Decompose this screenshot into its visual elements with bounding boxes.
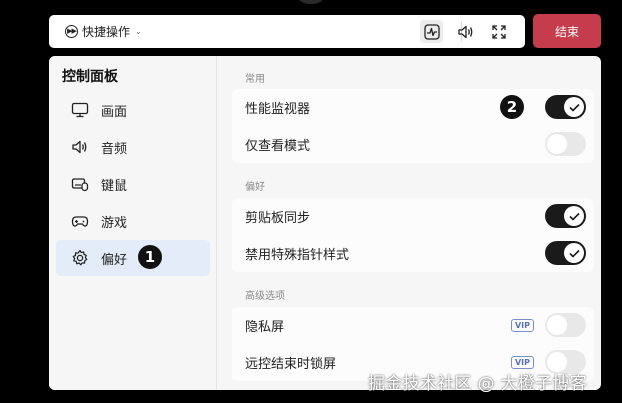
settings-card-common: 性能监视器 仅查看模式 [232,89,594,163]
toggle-performance-monitor[interactable] [545,95,586,119]
settings-content: 常用 性能监视器 仅查看模式 偏好 剪贴板同步 禁用特殊指针样式 高级选项 隐私… [218,56,601,390]
annotation-step-1: 1 [138,245,162,269]
vip-badge: VIP [510,319,534,332]
section-title-advanced: 高级选项 [245,291,285,302]
toggle-knob [547,315,567,335]
toggle-knob [564,243,584,263]
speaker-icon [72,140,87,154]
sidebar-title: 控制面板 [62,69,118,85]
sidebar-item-label: 画面 [101,104,128,120]
setting-label: 禁用特殊指针样式 [245,248,350,263]
fullscreen-icon [491,24,506,39]
sidebar-item-display[interactable]: 画面 [56,92,210,128]
quick-ops-label: 快捷操作 [82,25,131,39]
performance-monitor-icon [423,23,440,40]
sidebar-item-keyboard-mouse[interactable]: 键鼠 [56,166,210,202]
section-title-common: 常用 [245,74,265,85]
sidebar-item-label: 键鼠 [101,178,128,194]
check-icon [568,103,580,112]
annotation-step-2: 2 [500,95,524,119]
quick-ops-dropdown[interactable]: ▶▶ 快捷操作 ⌄ [65,15,142,48]
check-icon [568,249,580,258]
settings-card-preferences: 剪贴板同步 禁用特殊指针样式 [232,198,594,272]
performance-monitor-button[interactable] [420,20,443,43]
fullscreen-button[interactable] [487,20,510,43]
toggle-clipboard-sync[interactable] [545,204,586,228]
toggle-knob [547,134,567,154]
toggle-privacy-screen[interactable] [545,313,586,337]
setting-row-disable-special-cursor: 禁用特殊指针样式 [232,235,594,272]
vip-badge: VIP [510,356,534,369]
toggle-view-only[interactable] [545,132,586,156]
sidebar: 控制面板 画面 音频 键鼠 游戏 偏好 [49,56,217,390]
setting-label: 性能监视器 [245,102,311,117]
toggle-disable-special-cursor[interactable] [545,241,586,265]
keyboard-mouse-icon [71,178,89,192]
setting-label: 仅查看模式 [245,139,311,154]
fast-forward-circle-icon: ▶▶ [65,25,78,38]
setting-label: 远控结束时锁屏 [245,357,337,372]
setting-label: 隐私屏 [245,320,285,335]
gear-icon [72,249,88,266]
setting-row-privacy-screen: 隐私屏 VIP [232,307,594,344]
check-icon [568,212,580,221]
volume-icon [458,25,473,38]
setting-row-performance-monitor: 性能监视器 [232,89,594,126]
sidebar-item-preferences[interactable]: 偏好 [56,240,210,276]
sidebar-item-game[interactable]: 游戏 [56,203,210,239]
gamepad-icon [71,216,89,227]
watermark: 掘金技术社区 @ 大橙子博客 [368,374,588,394]
toggle-knob [564,206,584,226]
setting-row-view-only: 仅查看模式 [232,126,594,163]
section-title-preferences: 偏好 [245,182,265,193]
sidebar-item-audio[interactable]: 音频 [56,129,210,165]
volume-button[interactable] [454,20,477,43]
monitor-icon [71,102,89,118]
toggle-knob [564,97,584,117]
chevron-down-icon: ⌄ [135,27,142,36]
setting-row-clipboard-sync: 剪贴板同步 [232,198,594,235]
toolbar: ▶▶ 快捷操作 ⌄ [49,15,525,48]
top-notch [295,0,327,4]
setting-label: 剪贴板同步 [245,211,311,226]
sidebar-item-label: 音频 [101,141,128,157]
end-session-button[interactable]: 结束 [533,14,601,48]
sidebar-item-label: 偏好 [101,252,128,268]
sidebar-item-label: 游戏 [101,215,128,231]
